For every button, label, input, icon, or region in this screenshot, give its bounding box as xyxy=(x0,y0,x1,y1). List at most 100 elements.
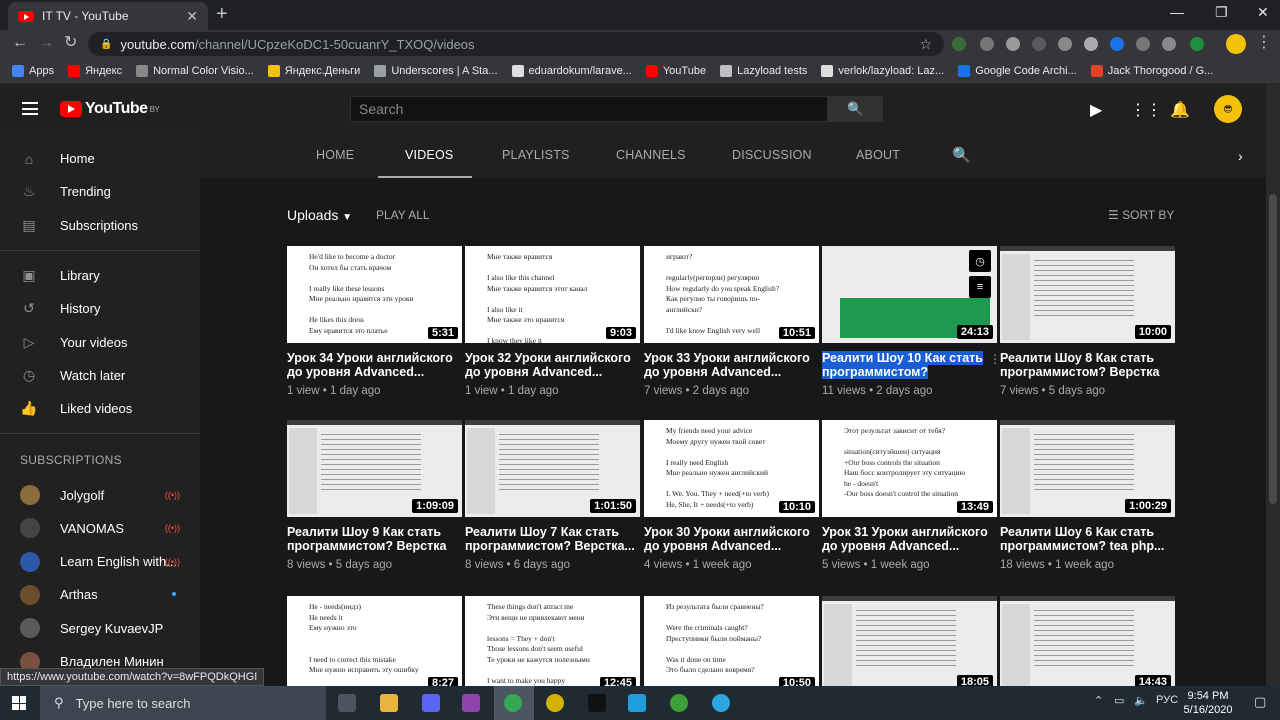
video-thumbnail[interactable]: 1:00:29 xyxy=(1000,420,1175,517)
add-to-queue-icon[interactable]: ≡ xyxy=(969,276,991,298)
video-title[interactable]: Урок 31 Уроки английского до уровня Adva… xyxy=(822,525,997,553)
video-thumbnail[interactable]: играют? regularly(регюрли) регулярно How r… xyxy=(644,246,819,343)
subscription-item[interactable]: Jolygolf ((•)) xyxy=(0,478,200,511)
video-card[interactable]: Этот результат зависит от тебя? situation… xyxy=(822,420,997,571)
menu-dots-icon[interactable]: ⋮ xyxy=(1256,34,1272,52)
extension-icon[interactable] xyxy=(952,37,966,51)
extension-icon[interactable] xyxy=(1058,37,1072,51)
video-card[interactable]: 1:00:29 Реалити Шоу 6 Как стать программи… xyxy=(1000,420,1175,571)
sidebar-item-history[interactable]: ↺ History xyxy=(0,292,200,325)
file-explorer-icon[interactable] xyxy=(380,694,398,712)
video-card[interactable]: 14:43 xyxy=(1000,596,1175,686)
video-title[interactable]: Реалити Шоу 8 Как стать программистом? В… xyxy=(1000,351,1175,379)
extension-icon[interactable] xyxy=(1190,37,1204,51)
task-view-icon[interactable] xyxy=(338,694,356,712)
telegram-icon[interactable] xyxy=(712,694,730,712)
sidebar-item-watch-later[interactable]: ◷ Watch later xyxy=(0,359,200,392)
video-title[interactable]: Урок 33 Уроки английского до уровня Adva… xyxy=(644,351,819,379)
scrollbar-thumb[interactable] xyxy=(1269,194,1277,504)
video-card[interactable]: ◷ ≡ 24:13 Реалити Шоу 10 Как стать программ… xyxy=(822,246,1001,397)
youtube-logo[interactable]: YouTube BY xyxy=(60,100,160,118)
maximize-icon[interactable]: ❐ xyxy=(1215,4,1228,21)
video-thumbnail[interactable]: 1:09:09 xyxy=(287,420,462,517)
windows-start-icon[interactable] xyxy=(12,696,26,710)
sidebar-item-subscriptions[interactable]: ▤ Subscriptions xyxy=(0,209,200,242)
tab-channels[interactable]: CHANNELS xyxy=(616,148,686,162)
video-thumbnail[interactable]: 18:05 xyxy=(822,596,997,686)
extension-icon[interactable] xyxy=(1162,37,1176,51)
apps-grid-icon[interactable]: ⋮⋮ xyxy=(1130,100,1162,120)
close-tab-icon[interactable]: ✕ xyxy=(186,8,198,25)
tab-videos[interactable]: VIDEOS xyxy=(405,148,453,162)
video-thumbnail[interactable]: These things don't attract me Эти вещи не… xyxy=(465,596,640,686)
video-thumbnail[interactable]: He'd like to become a doctor Он хотел бы … xyxy=(287,246,462,343)
video-card[interactable]: 1:09:09 Реалити Шоу 9 Как стать программи… xyxy=(287,420,462,571)
bookmark-item[interactable]: Underscores | A Sta... xyxy=(374,64,498,77)
video-card[interactable]: He'd like to become a doctor Он хотел бы … xyxy=(287,246,462,397)
video-thumbnail[interactable]: Этот результат зависит от тебя? situation… xyxy=(822,420,997,517)
phpstorm-icon[interactable] xyxy=(462,694,480,712)
video-card[interactable]: These things don't attract me Эти вещи не… xyxy=(465,596,640,686)
bookmark-star-icon[interactable]: ☆ xyxy=(919,36,932,53)
bookmark-item[interactable]: verlok/lazyload: Laz... xyxy=(821,64,944,77)
create-video-icon[interactable]: ▶ xyxy=(1090,100,1102,120)
video-thumbnail[interactable]: 10:00 xyxy=(1000,246,1175,343)
subscription-item[interactable]: VANOMAS ((•)) xyxy=(0,512,200,545)
hamburger-menu-icon[interactable] xyxy=(22,102,38,115)
tray-chevron-icon[interactable]: ⌃ xyxy=(1094,694,1103,707)
extension-icon[interactable] xyxy=(1084,37,1098,51)
sidebar-item-library[interactable]: ▣ Library xyxy=(0,259,200,292)
address-bar[interactable]: 🔒 youtube.com/channel/UCpzeKoDC1-50cuanr… xyxy=(88,32,944,56)
sidebar-item-trending[interactable]: ♨ Trending xyxy=(0,175,200,208)
video-thumbnail[interactable]: He - needs(нидз) He needs it Ему нужно это… xyxy=(287,596,462,686)
tab-about[interactable]: ABOUT xyxy=(856,148,900,162)
video-card[interactable]: 18:05 xyxy=(822,596,997,686)
play-all-button[interactable]: PLAY ALL xyxy=(376,208,430,222)
tray-volume-icon[interactable]: 🔈 xyxy=(1134,694,1148,707)
user-avatar[interactable]: 😎 xyxy=(1214,95,1242,123)
profile-avatar-icon[interactable] xyxy=(1226,34,1246,54)
video-title[interactable]: Реалити Шоу 9 Как стать программистом? В… xyxy=(287,525,462,553)
sidebar-item-your-videos[interactable]: ▷ Your videos xyxy=(0,325,200,358)
video-card[interactable]: He - needs(нидз) He needs it Ему нужно это… xyxy=(287,596,462,686)
uploads-dropdown[interactable]: Uploads ▼ xyxy=(287,207,352,223)
window-close-icon[interactable]: ✕ xyxy=(1257,4,1269,21)
bookmark-item[interactable]: Яндекс.Деньги xyxy=(267,64,360,77)
bookmark-item[interactable]: Яндекс xyxy=(68,64,122,77)
subscription-item[interactable]: Sergey KuvaevJP xyxy=(0,612,200,645)
bookmark-item[interactable]: Google Code Archi... xyxy=(958,64,1077,77)
video-thumbnail[interactable]: 1:01:50 xyxy=(465,420,640,517)
extension-icon[interactable] xyxy=(1032,37,1046,51)
sidebar-item-home[interactable]: ⌂ Home xyxy=(0,142,200,175)
bookmark-item[interactable]: Lazyload tests xyxy=(720,64,807,77)
bookmark-item[interactable]: eduardokum/larave... xyxy=(511,64,632,77)
watch-later-icon[interactable]: ◷ xyxy=(969,250,991,272)
video-card[interactable]: 10:00 Реалити Шоу 8 Как стать программист… xyxy=(1000,246,1175,397)
minimize-icon[interactable]: — xyxy=(1170,4,1184,20)
tray-network-icon[interactable]: ▭ xyxy=(1114,694,1124,707)
reload-icon[interactable]: ↻ xyxy=(64,34,77,52)
video-card[interactable]: Мне также нравится I also like this chann… xyxy=(465,246,640,397)
new-tab-icon[interactable]: + xyxy=(216,4,228,24)
video-title[interactable]: Урок 34 Уроки английского до уровня Adva… xyxy=(287,351,462,379)
video-title[interactable]: Урок 32 Уроки английского до уровня Adva… xyxy=(465,351,640,379)
hs-app-icon[interactable] xyxy=(546,694,564,712)
sidebar-item-liked-videos[interactable]: 👍 Liked videos xyxy=(0,392,200,425)
bookmark-item[interactable]: Apps xyxy=(12,64,54,77)
video-thumbnail[interactable]: ◷ ≡ 24:13 xyxy=(822,246,997,343)
terminal-icon[interactable] xyxy=(588,694,606,712)
extension-icon[interactable] xyxy=(1006,37,1020,51)
video-thumbnail[interactable]: 14:43 xyxy=(1000,596,1175,686)
subscription-item[interactable]: Learn English with... ((•)) xyxy=(0,545,200,578)
notifications-icon[interactable]: ▢ xyxy=(1254,694,1266,710)
search-input[interactable]: Search xyxy=(350,96,828,122)
subscription-item[interactable]: Arthas xyxy=(0,578,200,611)
language-indicator[interactable]: РУС xyxy=(1156,694,1178,706)
tab-discussion[interactable]: DISCUSSION xyxy=(732,148,812,162)
chevron-right-icon[interactable]: › xyxy=(1238,148,1243,164)
video-card[interactable]: My friends need your advice Моему другу н… xyxy=(644,420,819,571)
channel-search-icon[interactable]: 🔍 xyxy=(952,146,971,164)
bookmark-item[interactable]: Jack Thorogood / G... xyxy=(1090,64,1213,77)
extension-icon[interactable] xyxy=(1110,37,1124,51)
bookmark-item[interactable]: YouTube xyxy=(645,64,706,77)
